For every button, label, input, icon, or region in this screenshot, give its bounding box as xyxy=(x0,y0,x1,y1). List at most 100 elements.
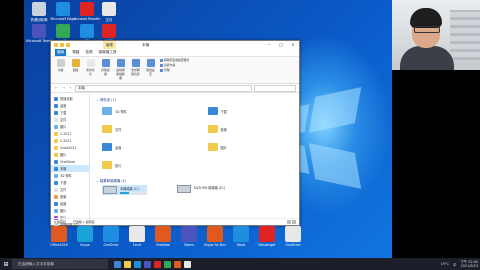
nav-item-label: 3D 物件 xyxy=(60,174,72,178)
pinned-shortcut[interactable]: Word xyxy=(230,226,252,247)
taskbar-app-icon[interactable] xyxy=(174,260,181,268)
clock-date: 2021/9/23 xyxy=(460,264,478,268)
taskbar-search-box[interactable]: 在這裡輸入文字來搜尋 xyxy=(12,259,108,269)
nav-item[interactable]: 文件 xyxy=(51,186,89,193)
clock[interactable]: 下午 02:00 2021/9/23 xyxy=(460,260,478,268)
file-explorer-window: 管理 本機 – □ ✕ 檔案 電腦 檢視 磁碟機工具 內容 開啟 重新命名 存取媒體 連線網路… xyxy=(50,40,300,234)
desktop-shortcut[interactable]: Microsoft Edge xyxy=(50,2,76,21)
app-icon xyxy=(51,226,67,242)
nav-item[interactable]: 快速存取 xyxy=(51,95,89,102)
nav-item-label: 下載 xyxy=(60,181,67,185)
nav-item[interactable]: C-2021 xyxy=(51,137,89,144)
pinned-shortcut[interactable]: Teams xyxy=(178,226,200,247)
nav-item[interactable]: 桌面 xyxy=(51,102,89,109)
nav-item[interactable]: 文件 xyxy=(51,116,89,123)
system-tray: 19°C 中 下午 02:00 2021/9/23 xyxy=(441,258,478,270)
pinned-shortcut[interactable]: OneDrive xyxy=(100,226,122,247)
drive-info: 本機磁碟 (C:) xyxy=(120,186,146,194)
ribbon-tab[interactable]: 電腦 xyxy=(72,49,79,56)
ribbon-button[interactable]: 連線網路磁碟機 xyxy=(115,58,126,82)
nav-item-icon xyxy=(54,166,58,171)
nav-item[interactable]: 下載 xyxy=(51,109,89,116)
close-button[interactable]: ✕ xyxy=(287,41,299,49)
drive-item[interactable]: DVD RW 磁碟機 (D:) xyxy=(177,185,225,195)
ribbon-button-label: 存取媒體 xyxy=(101,68,110,76)
pinned-shortcut-label: Teams xyxy=(183,243,195,247)
taskbar-app-icon[interactable] xyxy=(154,260,161,268)
address-path: 本機 xyxy=(78,85,85,90)
ribbon-button[interactable]: 存取媒體 xyxy=(100,58,111,82)
taskbar-app-icon[interactable] xyxy=(114,260,121,268)
language-indicator[interactable]: 中 xyxy=(453,262,456,267)
pinned-shortcut[interactable]: OneNote xyxy=(152,226,174,247)
taskbar-app-icon[interactable] xyxy=(164,260,171,268)
ribbon-tabs: 檔案 電腦 檢視 磁碟機工具 xyxy=(51,49,299,57)
pinned-shortcut-label: OneDrive xyxy=(285,243,301,247)
taskbar-app-icon[interactable] xyxy=(124,260,131,268)
ribbon-button[interactable]: 內容 xyxy=(55,58,66,82)
drive-item[interactable]: 本機磁碟 (C:) xyxy=(102,185,147,195)
folder-item[interactable]: 3D 物件 xyxy=(102,104,188,118)
folders-group-header[interactable]: ⌄ 資料夾 (7) xyxy=(96,97,293,102)
back-arrow-icon[interactable]: ← xyxy=(54,86,59,90)
pinned-shortcut[interactable]: Excel xyxy=(126,226,148,247)
app-icon xyxy=(56,24,70,38)
ribbon-tab[interactable]: 磁碟機工具 xyxy=(99,49,117,56)
nav-item[interactable]: 3D 物件 xyxy=(51,172,89,179)
address-bar[interactable]: 本機 xyxy=(75,84,252,92)
up-arrow-icon[interactable]: ↑ xyxy=(68,86,73,90)
quick-access-toolbar[interactable] xyxy=(51,43,70,47)
nav-item-label: 下載 xyxy=(60,111,67,115)
folder-label: 音樂 xyxy=(220,127,227,132)
ribbon-button[interactable]: 開啟設定 xyxy=(145,58,156,82)
nav-item-label: OneDrive xyxy=(60,159,75,164)
ribbon-small-button[interactable]: 解除安裝或變更程式 xyxy=(160,58,189,62)
ribbon-button[interactable]: 重新命名 xyxy=(85,58,96,82)
folder-item[interactable]: 音樂 xyxy=(207,122,294,136)
desktop-shortcut[interactable]: Microsoft Teams xyxy=(26,24,52,43)
ribbon-button[interactable]: 新增網路位置 xyxy=(130,58,141,82)
ribbon-small-button[interactable]: 管理 xyxy=(160,68,189,72)
folder-item[interactable]: 文件 xyxy=(102,122,188,136)
folder-item[interactable]: 圖片 xyxy=(207,140,294,154)
pinned-shortcut[interactable]: Office2016 xyxy=(48,226,70,247)
ribbon-small-label: 系統內容 xyxy=(164,63,176,67)
maximize-button[interactable]: □ xyxy=(275,41,287,49)
nav-item[interactable]: 圖片 xyxy=(51,151,89,158)
ribbon-tab[interactable]: 檔案 xyxy=(55,49,67,56)
taskbar-app-icon[interactable] xyxy=(144,260,151,268)
nav-item-icon xyxy=(54,180,58,185)
desktop-shortcut[interactable]: 資源回收筒 xyxy=(26,2,52,22)
nav-item[interactable]: Class2021 xyxy=(51,144,89,151)
forward-arrow-icon[interactable]: → xyxy=(61,86,66,90)
nav-item[interactable]: 音樂 xyxy=(51,193,89,200)
large-icons-view-icon[interactable] xyxy=(292,220,296,224)
search-box[interactable] xyxy=(254,84,296,92)
nav-item[interactable]: 圖片 xyxy=(51,207,89,214)
pinned-shortcut[interactable]: Skype xyxy=(74,226,96,247)
taskbar-app-icon[interactable] xyxy=(134,260,141,268)
ribbon-button[interactable]: 開啟 xyxy=(70,58,81,82)
pinned-shortcut[interactable]: Skype for Business xyxy=(204,226,226,247)
folder-item[interactable]: 桌面 xyxy=(102,140,188,154)
ribbon-small-button[interactable]: 系統內容 xyxy=(160,63,189,67)
drives-group-header[interactable]: ⌄ 裝置和磁碟機 (2) xyxy=(96,178,293,183)
nav-item[interactable]: 本機 xyxy=(51,165,89,172)
pinned-shortcut[interactable]: OneDrive xyxy=(282,226,304,247)
ribbon-small-icon xyxy=(160,58,163,62)
nav-item[interactable]: OneDrive xyxy=(51,158,89,165)
pinned-shortcut[interactable]: Messenger xyxy=(256,226,278,247)
ribbon-tab[interactable]: 檢視 xyxy=(85,49,92,56)
desktop-shortcut[interactable]: 文件 xyxy=(96,2,122,22)
minimize-button[interactable]: – xyxy=(263,41,275,49)
nav-item[interactable]: C-2021 xyxy=(51,130,89,137)
taskbar-app-icon[interactable] xyxy=(184,260,191,268)
nav-item[interactable]: 下載 xyxy=(51,179,89,186)
windows-start-icon[interactable]: ⊞ xyxy=(0,258,12,270)
folder-item[interactable]: 下載 xyxy=(207,104,294,118)
nav-item[interactable]: 桌面 xyxy=(51,200,89,207)
details-view-icon[interactable] xyxy=(287,220,291,224)
folder-item[interactable]: 影片 xyxy=(102,158,188,172)
weather-readout[interactable]: 19°C xyxy=(441,262,449,266)
nav-item[interactable]: 圖片 xyxy=(51,123,89,130)
